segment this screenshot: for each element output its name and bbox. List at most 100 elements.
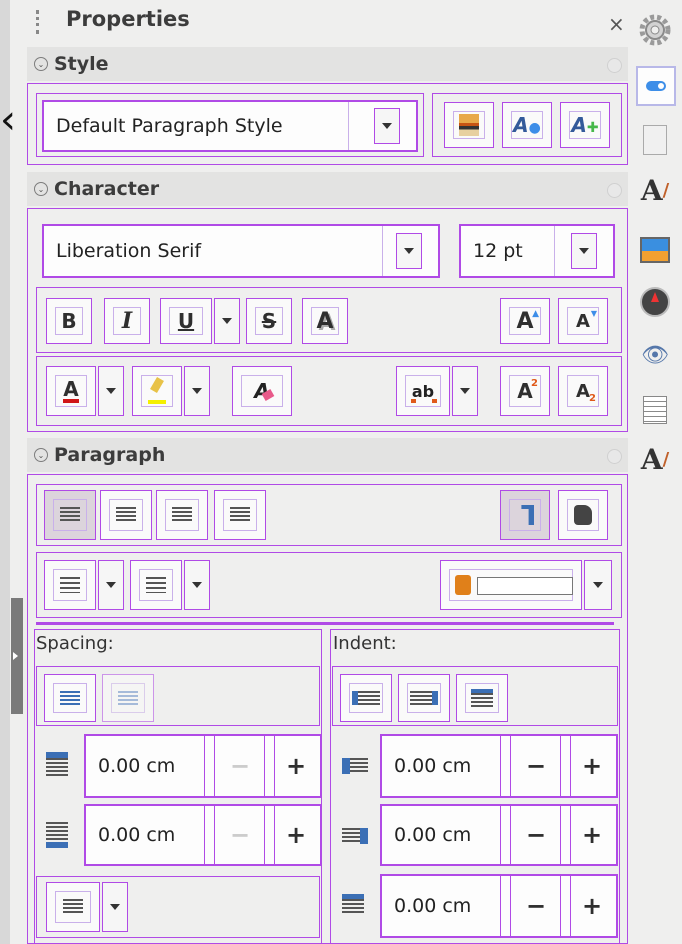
font-color-dropdown[interactable] [98, 366, 124, 416]
more-options-icon[interactable] [607, 183, 622, 198]
font-name-input[interactable]: Liberation Serif [42, 224, 440, 278]
panel-title: Properties [66, 7, 190, 31]
italic-button[interactable]: I [104, 298, 150, 344]
before-indent-spinbox[interactable]: 0.00 cm − + [380, 734, 618, 798]
above-spacing-decrement[interactable]: − [216, 736, 264, 796]
before-indent-decrement[interactable]: − [512, 736, 560, 796]
clear-formatting-button[interactable]: A [232, 366, 292, 416]
chevron-down-icon [106, 582, 116, 588]
justify-button[interactable] [214, 490, 266, 540]
style-inspector-icon[interactable]: A / [638, 442, 672, 476]
chevron-down-icon: ⌄ [34, 182, 48, 196]
design-icon[interactable] [638, 393, 672, 427]
grip-icon [36, 10, 39, 34]
numbered-list-button[interactable] [130, 560, 182, 610]
update-style-button[interactable]: A✚ [560, 102, 610, 148]
shadow-button[interactable]: A [302, 298, 348, 344]
chevron-down-icon [579, 248, 589, 254]
bullet-list-dropdown[interactable] [98, 560, 124, 610]
below-spacing-increment[interactable]: + [272, 806, 320, 864]
more-options-icon[interactable] [607, 449, 622, 464]
character-section-header[interactable]: ⌄ Character [27, 172, 628, 206]
align-left-button[interactable] [44, 490, 96, 540]
below-spacing-spinbox[interactable]: 0.00 cm − + [84, 804, 322, 866]
ltr-direction-button[interactable] [500, 490, 550, 540]
chevron-down-icon [192, 582, 202, 588]
character-spacing-dropdown[interactable] [452, 366, 478, 416]
after-indent-value: 0.00 cm [394, 824, 472, 846]
hanging-indent-button[interactable] [456, 674, 508, 722]
underline-button[interactable]: U [160, 298, 212, 344]
divider [36, 622, 614, 625]
properties-icon [646, 81, 666, 91]
rtl-direction-button[interactable] [558, 490, 608, 540]
align-right-button[interactable] [156, 490, 208, 540]
above-spacing-spinbox[interactable]: 0.00 cm − + [84, 734, 322, 798]
line-spacing-button[interactable] [46, 882, 100, 932]
paragraph-background-dropdown[interactable] [584, 560, 612, 610]
style-section-header[interactable]: ⌄ Style [27, 47, 628, 81]
chevron-down-icon [222, 318, 232, 324]
first-line-indent-increment[interactable]: + [568, 876, 616, 936]
highlight-color-button[interactable] [132, 366, 182, 416]
gallery-icon[interactable] [638, 233, 672, 267]
chevron-down-icon [593, 582, 603, 588]
first-line-indent-decrement[interactable]: − [512, 876, 560, 936]
character-spacing-button[interactable]: ab [396, 366, 450, 416]
highlight-color-dropdown[interactable] [184, 366, 210, 416]
shrink-font-button[interactable]: A ▼ [558, 298, 608, 344]
manage-changes-icon[interactable]: 👁 [638, 338, 672, 372]
fill-format-button[interactable] [444, 102, 494, 148]
font-size-dropdown[interactable] [571, 233, 597, 269]
decrease-indent-button[interactable] [398, 674, 450, 722]
chevron-left-icon[interactable]: ‹ [0, 100, 20, 140]
chevron-down-icon: ⌄ [34, 57, 48, 71]
align-center-button[interactable] [100, 490, 152, 540]
grow-font-button[interactable]: A ▲ [500, 298, 550, 344]
below-spacing-icon [46, 822, 68, 848]
increase-spacing-button[interactable] [44, 674, 96, 722]
style-dropdown-button[interactable] [374, 108, 400, 144]
properties-tab[interactable] [636, 66, 676, 106]
first-line-indent-value: 0.00 cm [394, 895, 472, 917]
navigator-icon[interactable] [638, 285, 672, 319]
chevron-down-icon [404, 248, 414, 254]
bold-button[interactable]: B [46, 298, 92, 344]
close-button[interactable]: × [608, 12, 625, 36]
after-indent-spinbox[interactable]: 0.00 cm − + [380, 804, 618, 866]
above-spacing-increment[interactable]: + [272, 736, 320, 796]
line-spacing-dropdown[interactable] [102, 882, 128, 932]
page-icon[interactable] [638, 123, 672, 157]
gear-icon[interactable] [638, 13, 672, 47]
below-spacing-decrement[interactable]: − [216, 806, 264, 864]
after-indent-increment[interactable]: + [568, 806, 616, 864]
first-line-indent-spinbox[interactable]: 0.00 cm − + [380, 874, 618, 938]
before-indent-value: 0.00 cm [394, 755, 472, 777]
chevron-down-icon [192, 388, 202, 394]
strikethrough-button[interactable]: S [246, 298, 292, 344]
above-spacing-icon [46, 752, 68, 778]
decrease-spacing-button[interactable] [102, 674, 154, 722]
new-style-button[interactable]: A● [502, 102, 552, 148]
numbered-list-dropdown[interactable] [184, 560, 210, 610]
superscript-button[interactable]: A2 [500, 366, 550, 416]
below-spacing-value: 0.00 cm [98, 824, 176, 846]
more-options-icon[interactable] [607, 58, 622, 73]
underline-dropdown[interactable] [214, 298, 240, 344]
paragraph-background-button[interactable] [440, 560, 582, 610]
paragraph-section-header[interactable]: ⌄ Paragraph [27, 438, 628, 472]
before-indent-increment[interactable]: + [568, 736, 616, 796]
subscript-button[interactable]: A2 [558, 366, 608, 416]
font-color-button[interactable]: A [46, 366, 96, 416]
first-line-indent-icon [342, 894, 364, 914]
styles-icon[interactable]: A / [638, 173, 672, 207]
highlighter-icon [148, 376, 166, 404]
chevron-down-icon [382, 123, 392, 129]
indent-label: Indent: [333, 633, 397, 654]
bullet-list-button[interactable] [44, 560, 96, 610]
after-indent-decrement[interactable]: − [512, 806, 560, 864]
font-name-dropdown[interactable] [396, 233, 422, 269]
paragraph-style-select[interactable]: Default Paragraph Style [42, 100, 418, 152]
increase-indent-button[interactable] [340, 674, 392, 722]
spacing-arrows-icon [411, 399, 437, 403]
